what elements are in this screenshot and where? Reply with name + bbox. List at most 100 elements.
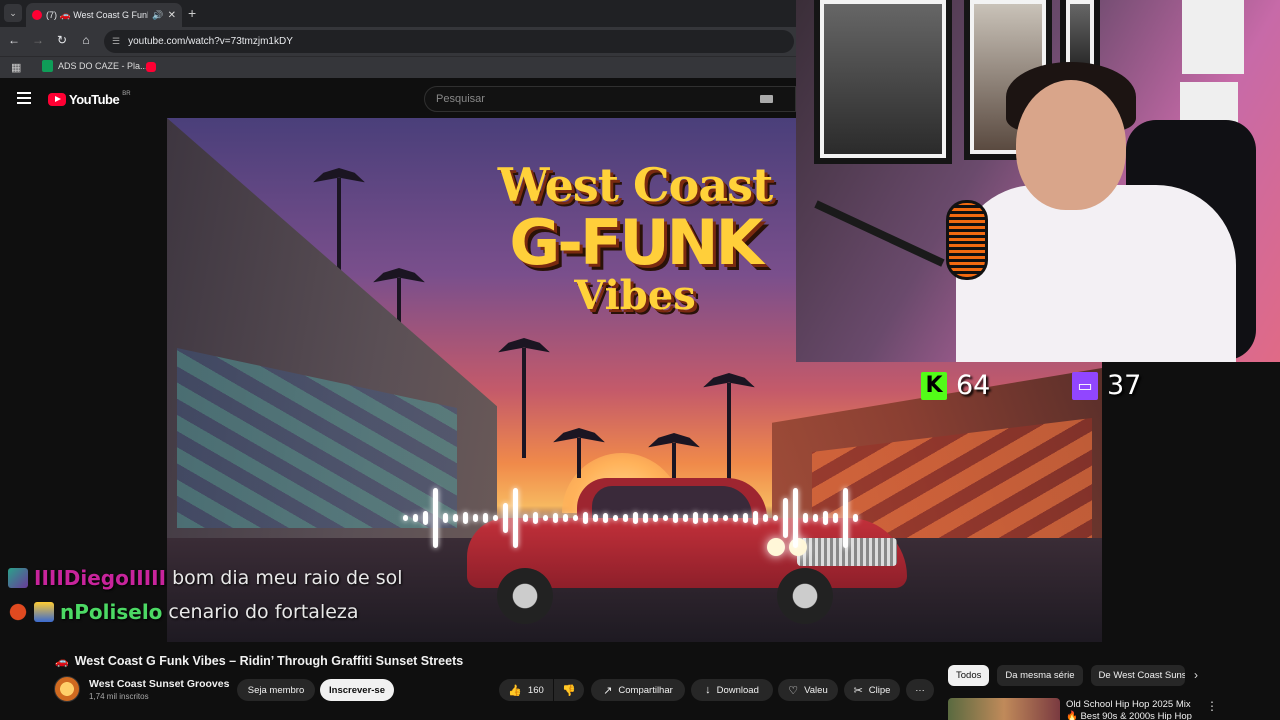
visualizer-bar	[733, 514, 738, 522]
channel-avatar[interactable]	[54, 676, 80, 702]
new-tab-icon[interactable]: +	[188, 5, 196, 21]
like-button[interactable]: 👍 160	[499, 679, 553, 701]
visualizer-bar	[453, 514, 458, 522]
visualizer-bar	[703, 513, 708, 523]
visualizer-bar	[763, 514, 768, 522]
chat-message: nPoliselo cenario do fortaleza	[8, 600, 359, 624]
chat-badge-icon	[34, 602, 54, 622]
url-text: youtube.com/watch?v=73tmzjm1kDY	[128, 36, 293, 47]
channel-name[interactable]: West Coast Sunset Grooves	[89, 678, 229, 690]
recommended-video-title[interactable]: Old School Hip Hop 2025 Mix 🔥 Best 90s &…	[1066, 699, 1196, 720]
kick-viewer-count: 64	[956, 370, 991, 401]
menu-icon[interactable]	[17, 92, 31, 107]
chip-from-channel[interactable]: De West Coast Suns	[1090, 665, 1185, 686]
clip-button[interactable]: ✂ Clipe	[844, 679, 900, 701]
visualizer-bar	[743, 513, 748, 523]
recommendation-filter-chips: Todos Da mesma série De West Coast Suns	[948, 665, 1185, 686]
audio-visualizer	[403, 473, 863, 563]
title-art-line1: West Coast	[497, 158, 774, 212]
site-info-icon[interactable]: ☰	[112, 36, 120, 47]
chat-badge-icon	[8, 602, 28, 622]
tab-close-icon[interactable]: ✕	[168, 10, 176, 21]
bookmark-youtube-icon[interactable]	[146, 62, 156, 72]
thumbs-down-icon: 👎	[562, 684, 576, 697]
share-button[interactable]: ↗ Compartilhar	[591, 679, 685, 701]
dislike-button[interactable]: 👎	[554, 679, 584, 701]
microphone	[946, 200, 988, 280]
more-actions-button[interactable]: ···	[906, 679, 934, 701]
visualizer-bar	[813, 514, 818, 522]
download-label: Download	[716, 684, 759, 696]
visualizer-bar	[803, 513, 808, 523]
twitch-viewers: ▭ 37	[1072, 370, 1141, 401]
chip-same-series[interactable]: Da mesma série	[997, 665, 1083, 686]
bookmark-label: ADS DO CAZE - Pla...	[58, 61, 148, 71]
reload-icon[interactable]: ↻	[54, 33, 70, 47]
thanks-label: Valeu	[804, 684, 828, 696]
title-art-line2: G-FUNK	[509, 206, 763, 279]
subscriber-count: 1,74 mil inscritos	[89, 692, 149, 701]
forward-arrow-icon[interactable]: →	[30, 33, 46, 47]
streamer-head	[1016, 80, 1126, 210]
webcam-overlay	[796, 0, 1280, 362]
chevron-right-icon[interactable]: ›	[1194, 668, 1198, 682]
visualizer-bar	[613, 515, 618, 521]
home-icon[interactable]: ⌂	[78, 33, 94, 47]
back-arrow-icon[interactable]: ←	[6, 33, 22, 47]
palm-tree	[577, 438, 581, 478]
subscribe-button[interactable]: Inscrever-se	[320, 679, 394, 701]
visualizer-bar	[543, 515, 548, 521]
download-button[interactable]: ↓ Download	[691, 679, 773, 701]
bookmark-ads-do-caze[interactable]: ADS DO CAZE - Pla...	[42, 60, 148, 72]
apps-grid-icon[interactable]: ▦	[11, 61, 21, 74]
visualizer-bar	[673, 513, 678, 523]
visualizer-bar	[693, 512, 698, 524]
address-bar[interactable]: ☰ youtube.com/watch?v=73tmzjm1kDY	[104, 30, 794, 53]
chat-message: IIIIDiegoIIIII bom dia meu raio de sol	[8, 566, 403, 590]
chip-all[interactable]: Todos	[948, 665, 990, 686]
visualizer-bar	[513, 488, 518, 548]
thanks-button[interactable]: ♡ Valeu	[778, 679, 838, 701]
clip-label: Clipe	[868, 684, 891, 696]
title-art-line3: Vibes	[574, 272, 696, 319]
search-input[interactable]: Pesquisar	[424, 86, 796, 112]
kick-viewers: K 64	[921, 370, 990, 401]
visualizer-bar	[503, 503, 508, 533]
visualizer-bar	[713, 514, 718, 522]
youtube-logo[interactable]: YouTube BR	[48, 91, 131, 107]
visualizer-bar	[523, 514, 528, 522]
visualizer-bar	[403, 515, 408, 521]
visualizer-bar	[643, 513, 648, 523]
audio-playing-icon[interactable]: 🔊	[152, 10, 163, 21]
share-label: Compartilhar	[618, 684, 673, 696]
download-icon: ↓	[705, 684, 711, 696]
join-button[interactable]: Seja membro	[237, 679, 315, 701]
twitch-icon: ▭	[1072, 371, 1098, 400]
visualizer-bar	[663, 515, 668, 521]
visualizer-bar	[773, 515, 778, 521]
kick-icon: K	[921, 371, 947, 400]
keyboard-icon[interactable]	[760, 95, 773, 103]
youtube-play-icon	[48, 93, 66, 106]
video-title-row: 🚗 West Coast G Funk Vibes – Ridin’ Throu…	[55, 654, 463, 668]
visualizer-bar	[423, 511, 428, 525]
visualizer-bar	[603, 513, 608, 523]
palm-tree	[522, 348, 526, 458]
sheets-icon	[42, 60, 53, 72]
tab-search-chevron-icon[interactable]: ⌄	[4, 4, 22, 22]
mic-arm	[814, 200, 945, 267]
youtube-favicon-icon	[32, 10, 42, 20]
browser-tab-active[interactable]: (7) 🚗 West Coast G Funk V 🔊 ✕	[26, 3, 182, 27]
screen: ⌄ (7) 🚗 West Coast G Funk V 🔊 ✕ + ← → ↻ …	[0, 0, 1280, 720]
recommended-video-thumbnail[interactable]	[948, 698, 1060, 720]
visualizer-bar	[853, 514, 858, 522]
kebab-menu-icon[interactable]: ⋮	[1206, 699, 1218, 713]
visualizer-bar	[563, 514, 568, 522]
visualizer-bar	[473, 514, 478, 522]
subscribe-label: Inscrever-se	[329, 684, 385, 696]
visualizer-bar	[623, 514, 628, 522]
visualizer-bar	[573, 515, 578, 521]
visualizer-bar	[833, 513, 838, 523]
chat-text: bom dia meu raio de sol	[172, 567, 403, 589]
visualizer-bar	[843, 488, 848, 548]
